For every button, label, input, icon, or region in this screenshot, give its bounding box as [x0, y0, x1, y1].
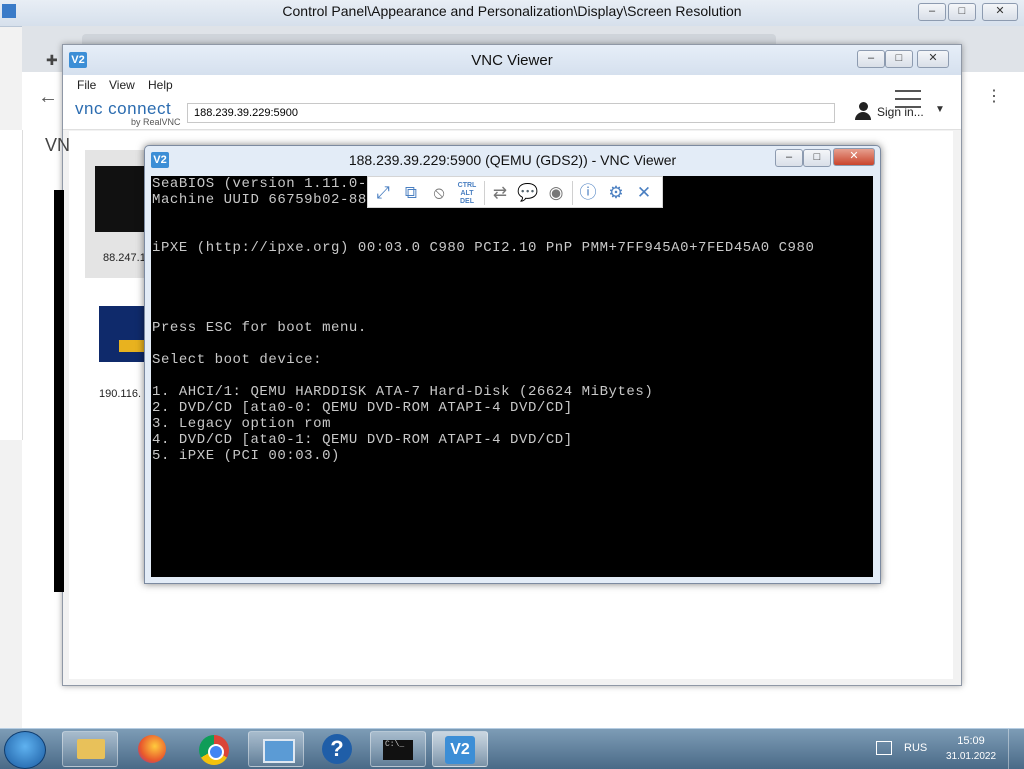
chat-icon[interactable]: 💬: [516, 181, 540, 205]
alt-key-label: ALT: [460, 190, 474, 197]
section-label: VN: [45, 135, 71, 155]
vnc-viewer-icon[interactable]: V2: [432, 731, 488, 767]
session-close-button[interactable]: ✕: [833, 148, 875, 166]
mute-icon[interactable]: ⦸: [427, 181, 451, 205]
session-minimize-button[interactable]: –: [775, 149, 803, 167]
taskbar: ? C:\_ V2 RUS 15:09 31.01.2022: [0, 728, 1024, 769]
close-icon[interactable]: ✕: [632, 181, 656, 205]
control-panel-titlebar: Control Panel\Appearance and Personaliza…: [0, 0, 1024, 27]
computer-label: 190.116.: [99, 388, 142, 400]
control-panel-title: Control Panel\Appearance and Personaliza…: [282, 3, 742, 19]
help-icon[interactable]: ?: [310, 731, 366, 767]
del-key-label: DEL: [460, 198, 474, 205]
fullscreen-icon[interactable]: ⤢: [371, 181, 395, 205]
cp-maximize-button[interactable]: □: [948, 3, 976, 21]
terminal-line: Select boot device:: [152, 352, 323, 368]
vnc-session-window: V2 188.239.39.229:5900 (QEMU (GDS2)) - V…: [144, 145, 881, 584]
menu-file[interactable]: File: [77, 78, 96, 92]
terminal-line: iPXE (http://ipxe.org) 00:03.0 C980 PCI2…: [152, 240, 815, 256]
chrome-icon[interactable]: [186, 731, 242, 767]
session-maximize-button[interactable]: □: [803, 149, 831, 167]
session-toolbar: ⤢ ⧉ ⦸ CTRL ALT DEL ⇄ 💬 ◉ ⓘ ⚙ ✕: [367, 176, 663, 208]
menu-help[interactable]: Help: [148, 78, 173, 92]
toolbar-divider: [484, 181, 485, 205]
language-indicator[interactable]: RUS: [904, 742, 927, 754]
terminal-line: Press ESC for boot menu.: [152, 320, 367, 336]
control-panel-icon[interactable]: [248, 731, 304, 767]
hamburger-menu-icon[interactable]: [895, 90, 921, 110]
ctrl-alt-del-icon[interactable]: CTRL ALT DEL: [455, 181, 479, 206]
menu-view[interactable]: View: [109, 78, 135, 92]
terminal-line: 1. AHCI/1: QEMU HARDDISK ATA-7 Hard-Disk…: [152, 384, 654, 400]
session-titlebar: V2 188.239.39.229:5900 (QEMU (GDS2)) - V…: [145, 146, 880, 174]
record-icon[interactable]: ◉: [544, 181, 568, 205]
cp-close-button[interactable]: ✕: [982, 3, 1018, 21]
firefox-icon[interactable]: [124, 731, 180, 767]
vnc-maximize-button[interactable]: □: [885, 50, 913, 68]
computer-thumbnail[interactable]: 88.247.1: [85, 150, 153, 278]
control-panel-icon: [2, 4, 16, 18]
toolbar-divider: [572, 181, 573, 205]
terminal-line: 4. DVD/CD [ata0-1: QEMU DVD-ROM ATAPI-4 …: [152, 432, 573, 448]
remote-screen[interactable]: SeaBIOS (version 1.11.0- Machine UUID 66…: [151, 176, 873, 577]
vnc-menubar: File View Help: [63, 75, 961, 95]
terminal-line: Machine UUID 66759b02-88: [152, 192, 367, 208]
explorer-icon[interactable]: [62, 731, 118, 767]
computer-thumbnail[interactable]: 190.116.: [85, 290, 153, 410]
computer-label: 88.247.1: [103, 252, 146, 264]
vnc-address-toolbar: vnc connect by RealVNC Sign in... ▼: [63, 95, 961, 130]
address-input[interactable]: [187, 103, 835, 123]
settings-icon[interactable]: ⚙: [604, 181, 628, 205]
vnc-viewer-title: VNC Viewer: [471, 52, 553, 69]
clock-date[interactable]: 31.01.2022: [942, 751, 1000, 762]
terminal-line: 2. DVD/CD [ata0-0: QEMU DVD-ROM ATAPI-4 …: [152, 400, 573, 416]
browser-back-icon[interactable]: ←: [38, 86, 58, 109]
terminal-line: 5. iPXE (PCI 00:03.0): [152, 448, 340, 464]
page-edge-strip: [54, 190, 64, 592]
user-icon: [855, 102, 871, 120]
clock-time[interactable]: 15:09: [946, 735, 996, 747]
vnc-minimize-button[interactable]: –: [857, 50, 885, 68]
transfer-icon[interactable]: ⇄: [488, 181, 512, 205]
browser-menu-icon[interactable]: ⋮: [986, 86, 1002, 106]
vnc-connect-sublabel: by RealVNC: [131, 117, 181, 127]
chevron-down-icon[interactable]: ▼: [935, 104, 945, 115]
vnc-connect-logo: vnc connect: [75, 99, 172, 118]
cmd-icon[interactable]: C:\_: [370, 731, 426, 767]
vnc-close-button[interactable]: ✕: [917, 50, 949, 68]
ctrl-key-label: CTRL: [457, 182, 477, 189]
cp-minimize-button[interactable]: –: [918, 3, 946, 21]
info-icon[interactable]: ⓘ: [576, 181, 600, 205]
network-icon[interactable]: [876, 741, 892, 755]
show-desktop-button[interactable]: [1008, 729, 1024, 769]
puzzle-icon: ✚: [46, 52, 58, 68]
left-page-strip: [0, 130, 23, 440]
terminal-line: 3. Legacy option rom: [152, 416, 332, 432]
session-title: 188.239.39.229:5900 (QEMU (GDS2)) - VNC …: [348, 152, 677, 168]
start-button[interactable]: [4, 731, 46, 769]
screen-preview: [95, 166, 145, 232]
scale-icon[interactable]: ⧉: [399, 181, 423, 205]
terminal-line: SeaBIOS (version 1.11.0-: [152, 176, 367, 192]
vnc-viewer-titlebar: V2 VNC Viewer – □ ✕: [63, 45, 961, 75]
